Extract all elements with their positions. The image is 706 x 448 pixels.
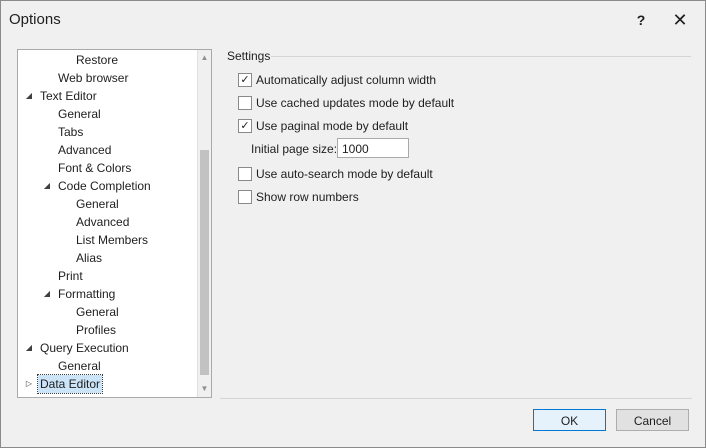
tree-item[interactable]: Formatting (56, 285, 117, 303)
tree-item[interactable]: Tabs (56, 123, 85, 141)
checkbox-box[interactable] (238, 167, 252, 181)
collapse-icon[interactable]: ◢ (24, 339, 34, 357)
checkbox-label: Use auto-search mode by default (256, 167, 433, 181)
tree-item[interactable]: Text Editor (38, 87, 99, 105)
checkbox-box[interactable]: ✓ (238, 119, 252, 133)
tree-item-label: Font & Colors (58, 161, 132, 175)
checkbox-label: Automatically adjust column width (256, 73, 437, 87)
tree-item-label: General (76, 197, 119, 211)
collapse-icon[interactable]: ◢ (24, 87, 34, 105)
tree-item[interactable]: Data Editor (36, 374, 104, 394)
tree-item[interactable]: Code Completion (56, 177, 153, 195)
tree-item-label: Data Editor (36, 374, 104, 394)
tree-item[interactable]: General (74, 195, 121, 213)
tree-item-label: Advanced (58, 143, 112, 157)
tree-item-label: Code Completion (58, 179, 151, 193)
options-dialog: Options ? ✕ ▲ ▼ Restore Web browser Text E… (0, 0, 706, 448)
tree-item-label: Tabs (58, 125, 84, 139)
ok-button[interactable]: OK (533, 409, 606, 431)
tree-item-label: Restore (76, 53, 119, 67)
settings-group-divider (271, 56, 691, 57)
tree-item-label: Text Editor (40, 89, 97, 103)
tree-item[interactable]: Advanced (56, 141, 113, 159)
tree-item[interactable]: General (56, 357, 103, 375)
page-size-input[interactable]: 1000 (337, 138, 409, 158)
tree-item-label: Formatting (58, 287, 116, 301)
tree-item[interactable]: Print (56, 267, 85, 285)
page-size-label: Initial page size: (251, 142, 338, 156)
tree-item-label: Profiles (76, 323, 117, 337)
close-icon[interactable]: ✕ (665, 7, 695, 33)
tree-item[interactable]: Query Execution (38, 339, 131, 357)
collapse-icon[interactable]: ◢ (42, 285, 52, 303)
checkbox-label: Show row numbers (256, 190, 359, 204)
tree-item[interactable]: Profiles (74, 321, 118, 339)
tree-item-label: General (58, 107, 101, 121)
footer-divider (220, 398, 692, 399)
tree-item-label: General (76, 305, 119, 319)
tree-item[interactable]: Font & Colors (56, 159, 133, 177)
expand-icon[interactable]: ▷ (24, 375, 34, 393)
tree-item[interactable]: Advanced (74, 213, 131, 231)
tree-item[interactable]: Restore (74, 51, 120, 69)
checkbox-box[interactable] (238, 190, 252, 204)
tree-item[interactable]: List Members (74, 231, 150, 249)
collapse-icon[interactable]: ◢ (42, 177, 52, 195)
checkbox-box[interactable] (238, 96, 252, 110)
title-bar: Options ? ✕ (1, 1, 705, 39)
tree-scrollbar[interactable]: ▲ ▼ (197, 50, 211, 397)
tree-item-label: List Members (76, 233, 149, 247)
tree-item[interactable]: Web browser (56, 69, 130, 87)
scroll-up-icon[interactable]: ▲ (198, 51, 211, 65)
dialog-title: Options (9, 11, 61, 28)
tree-item-label: General (58, 359, 101, 373)
tree-item-label: Print (58, 269, 83, 283)
checkbox-label: Use cached updates mode by default (256, 96, 455, 110)
tree-item[interactable]: Alias (74, 249, 104, 267)
tree-item-label: Query Execution (40, 341, 129, 355)
scroll-down-icon[interactable]: ▼ (198, 382, 211, 396)
checkbox-box[interactable]: ✓ (238, 73, 252, 87)
cancel-button[interactable]: Cancel (616, 409, 689, 431)
tree-item-label: Web browser (58, 71, 129, 85)
tree-item[interactable]: General (56, 105, 103, 123)
scrollbar-thumb[interactable] (200, 150, 209, 375)
settings-group-label: Settings (227, 49, 271, 63)
tree-item[interactable]: General (74, 303, 121, 321)
checkbox-label: Use paginal mode by default (256, 119, 409, 133)
options-tree[interactable]: ▲ ▼ Restore Web browser Text Editor ◢ Genera… (17, 49, 212, 398)
tree-item-label: Alias (76, 251, 103, 265)
help-icon[interactable]: ? (626, 7, 656, 33)
tree-item-label: Advanced (76, 215, 130, 229)
